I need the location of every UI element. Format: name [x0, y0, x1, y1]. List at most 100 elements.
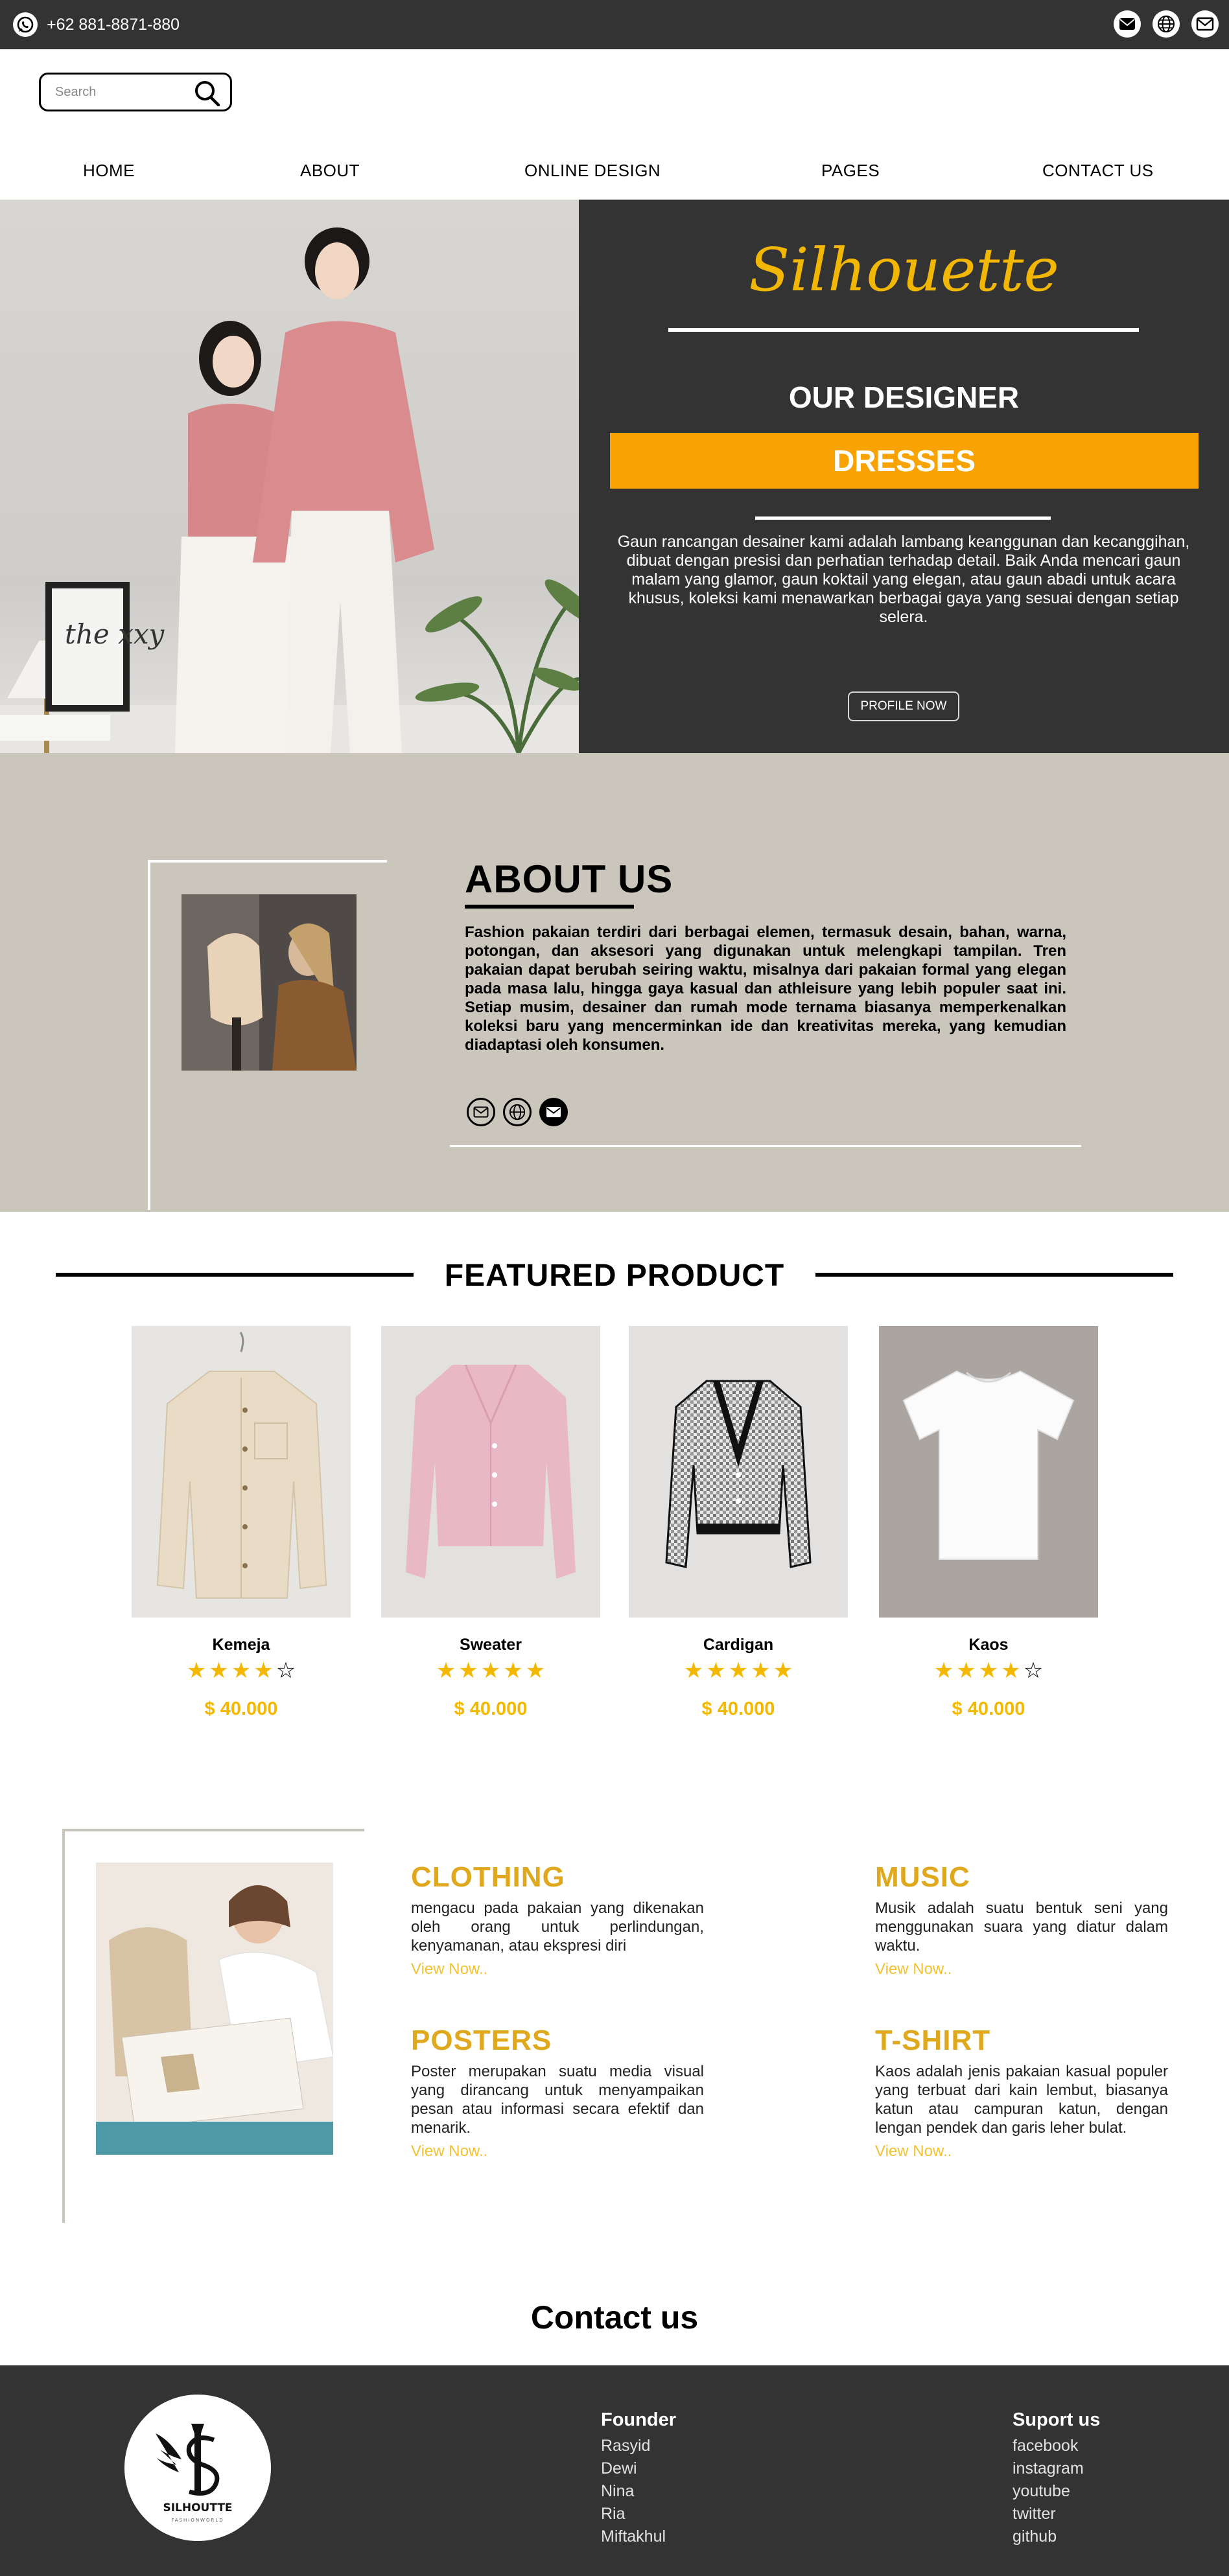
- hero-info-panel: Silhouette OUR DESIGNER DRESSES Gaun ran…: [579, 200, 1229, 753]
- category-posters: POSTERS Poster merupakan suatu media vis…: [411, 2025, 704, 2161]
- phone-contact[interactable]: +62 881-8871-880: [13, 12, 180, 37]
- product-image-sweater[interactable]: [381, 1326, 600, 1618]
- nav-about[interactable]: ABOUT: [300, 161, 360, 181]
- star-empty-icon: ☆: [1023, 1658, 1044, 1683]
- main-nav: HOME ABOUT ONLINE DESIGN PAGES CONTACT U…: [0, 161, 1229, 187]
- product-image-kemeja[interactable]: [132, 1326, 351, 1618]
- founder-link[interactable]: Rasyid: [601, 2435, 676, 2457]
- product-card[interactable]: Cardigan ★ ★ ★ ★ ★ $ 40.000: [629, 1326, 848, 1720]
- star-empty-icon: ☆: [275, 1658, 296, 1683]
- star-filled-icon: ★: [1001, 1658, 1021, 1683]
- hero-section: the xxy Silhouette OUR DESIGNER DRESSES …: [0, 200, 1229, 753]
- product-price: $ 40.000: [701, 1699, 775, 1719]
- star-filled-icon: ★: [933, 1658, 954, 1683]
- star-filled-icon: ★: [436, 1658, 456, 1683]
- category-description: Poster merupakan suatu media visual yang…: [411, 2063, 704, 2137]
- product-card[interactable]: Kemeja ★ ★ ★ ★ ☆ $ 40.000: [132, 1326, 351, 1720]
- star-filled-icon: ★: [706, 1658, 726, 1683]
- product-card[interactable]: Kaos ★ ★ ★ ★ ☆ $ 40.000: [879, 1326, 1098, 1720]
- nav-pages[interactable]: PAGES: [821, 161, 880, 181]
- about-designer-image: [181, 894, 357, 1071]
- founder-heading: Founder: [601, 2409, 676, 2430]
- hero-subtitle: OUR DESIGNER: [788, 380, 1020, 414]
- view-now-link[interactable]: View Now..: [875, 2142, 1168, 2161]
- about-title: ABOUT US: [465, 857, 673, 901]
- rating-stars: ★ ★ ★ ★ ☆: [879, 1660, 1098, 1682]
- product-price: $ 40.000: [454, 1699, 528, 1719]
- nav-contact-us[interactable]: CONTACT US: [1042, 161, 1154, 181]
- rating-stars: ★ ★ ★ ★ ☆: [132, 1660, 351, 1682]
- hero-description: Gaun rancangan desainer kami adalah lamb…: [617, 533, 1190, 626]
- hero-art-text: the xxy: [65, 618, 165, 650]
- email-icon[interactable]: [1114, 10, 1141, 38]
- globe-icon[interactable]: [1153, 10, 1180, 38]
- instagram-link[interactable]: instagram: [1012, 2457, 1100, 2480]
- category-description: Kaos adalah jenis pakaian kasual populer…: [875, 2063, 1168, 2137]
- email-icon[interactable]: [539, 1098, 568, 1126]
- about-title-underline: [465, 905, 634, 909]
- brand-logo[interactable]: SILHOUTTE FASHIONWORLD: [124, 2395, 271, 2541]
- view-now-link[interactable]: View Now..: [411, 2142, 704, 2161]
- search-input[interactable]: [55, 84, 185, 100]
- about-frame-left: [148, 860, 150, 1210]
- view-now-link[interactable]: View Now..: [411, 1960, 704, 1978]
- category-clothing: CLOTHING mengacu pada pakaian yang diken…: [411, 1861, 704, 1978]
- star-filled-icon: ★: [525, 1658, 546, 1683]
- founder-link[interactable]: Dewi: [601, 2457, 676, 2480]
- category-description: Musik adalah suatu bentuk seni yang meng…: [875, 1899, 1168, 1955]
- star-filled-icon: ★: [503, 1658, 523, 1683]
- logo-wordmark: SILHOUTTE: [163, 2501, 232, 2514]
- star-filled-icon: ★: [683, 1658, 704, 1683]
- product-card[interactable]: Sweater ★ ★ ★ ★ ★ $ 40.000: [381, 1326, 600, 1720]
- social-links: [1114, 10, 1219, 38]
- hero-highlight-banner: DRESSES: [610, 433, 1199, 489]
- contact-title: Contact us: [530, 2299, 699, 2336]
- hero-divider-top: [668, 328, 1139, 332]
- footer: SILHOUTTE FASHIONWORLD Founder Rasyid De…: [0, 2365, 1229, 2576]
- category-description: mengacu pada pakaian yang dikenakan oleh…: [411, 1899, 704, 1955]
- founder-link[interactable]: Ria: [601, 2503, 676, 2525]
- category-title: CLOTHING: [411, 1861, 565, 1893]
- star-filled-icon: ★: [751, 1658, 771, 1683]
- founder-link[interactable]: Miftakhul: [601, 2525, 676, 2548]
- footer-support-column: Suport us facebook instagram youtube twi…: [1012, 2409, 1100, 2548]
- phone-number: +62 881-8871-880: [47, 15, 180, 34]
- search-box: [39, 73, 232, 111]
- view-now-link[interactable]: View Now..: [875, 1960, 1168, 1978]
- whatsapp-icon: [13, 12, 38, 37]
- star-filled-icon: ★: [978, 1658, 999, 1683]
- search-icon[interactable]: [193, 79, 221, 107]
- product-name: Kaos: [968, 1636, 1009, 1654]
- star-filled-icon: ★: [773, 1658, 793, 1683]
- mail-outline-icon[interactable]: [467, 1098, 495, 1126]
- globe-icon[interactable]: [503, 1098, 532, 1126]
- category-music: MUSIC Musik adalah suatu bentuk seni yan…: [875, 1861, 1168, 1978]
- category-title: MUSIC: [875, 1861, 970, 1893]
- facebook-link[interactable]: facebook: [1012, 2435, 1100, 2457]
- star-filled-icon: ★: [458, 1658, 478, 1683]
- product-image-kaos[interactable]: [879, 1326, 1098, 1618]
- founder-link[interactable]: Nina: [601, 2480, 676, 2503]
- youtube-link[interactable]: youtube: [1012, 2480, 1100, 2503]
- twitter-link[interactable]: twitter: [1012, 2503, 1100, 2525]
- product-name: Sweater: [460, 1636, 522, 1654]
- profile-now-button[interactable]: PROFILE NOW: [848, 691, 959, 721]
- nav-online-design[interactable]: ONLINE DESIGN: [524, 161, 661, 181]
- category-t-shirt: T-SHIRT Kaos adalah jenis pakaian kasual…: [875, 2025, 1168, 2161]
- star-filled-icon: ★: [480, 1658, 501, 1683]
- footer-founder-column: Founder Rasyid Dewi Nina Ria Miftakhul: [601, 2409, 676, 2548]
- nav-home[interactable]: HOME: [83, 161, 135, 181]
- star-filled-icon: ★: [231, 1658, 252, 1683]
- logo-tagline: FASHIONWORLD: [171, 2518, 224, 2523]
- rating-stars: ★ ★ ★ ★ ★: [381, 1660, 600, 1682]
- category-frame-top: [62, 1829, 364, 1831]
- star-filled-icon: ★: [253, 1658, 274, 1683]
- support-heading: Suport us: [1012, 2409, 1101, 2430]
- github-link[interactable]: github: [1012, 2525, 1100, 2548]
- about-description: Fashion pakaian terdiri dari berbagai el…: [465, 923, 1066, 1054]
- category-frame-left: [62, 1829, 65, 2223]
- category-designer-image: [96, 1862, 333, 2155]
- product-price: $ 40.000: [952, 1699, 1025, 1719]
- mail-outline-icon[interactable]: [1191, 10, 1219, 38]
- product-image-cardigan[interactable]: [629, 1326, 848, 1618]
